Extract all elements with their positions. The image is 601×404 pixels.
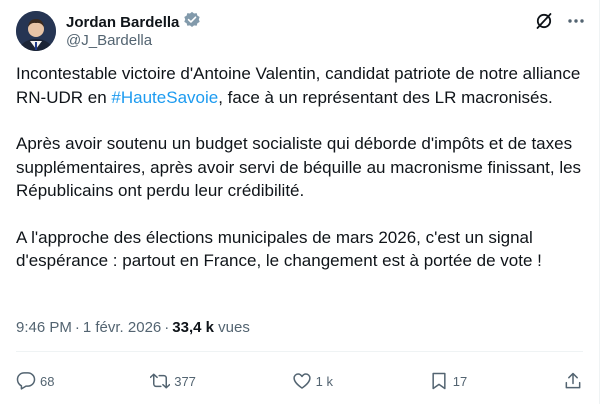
author-name[interactable]: Jordan Bardella <box>66 13 179 33</box>
verified-badge-icon <box>183 11 201 34</box>
tweet-action-bar: 68 377 1 k 17 <box>16 369 583 393</box>
repost-icon <box>150 371 171 391</box>
views-label: vues <box>218 319 250 336</box>
tweet-time[interactable]: 9:46 PM <box>16 319 72 336</box>
grok-icon[interactable] <box>533 10 555 32</box>
reply-count: 68 <box>40 373 55 389</box>
hashtag-link[interactable]: #HauteSavoie <box>111 88 218 107</box>
bookmark-count: 17 <box>452 373 468 389</box>
bookmark-icon <box>429 371 449 391</box>
tweet-top-actions <box>533 10 587 32</box>
reply-button[interactable]: 68 <box>16 371 54 391</box>
tweet-metadata: 9:46 PM · 1 févr. 2026 · 33,4 k vues <box>16 319 250 336</box>
share-icon <box>563 371 583 391</box>
heart-icon <box>292 371 312 391</box>
divider <box>16 351 583 352</box>
author-handle[interactable]: @J_Bardella <box>66 31 152 51</box>
tweet-date[interactable]: 1 févr. 2026 <box>83 319 161 336</box>
repost-count: 377 <box>174 373 196 389</box>
bookmark-button[interactable]: 17 <box>429 371 467 391</box>
avatar[interactable] <box>16 11 56 51</box>
more-options-icon[interactable] <box>565 10 587 32</box>
tweet-text-segment: , face à un représentant des LR macronis… <box>218 87 553 107</box>
tweet-text: Incontestable victoire d'Antoine Valenti… <box>16 62 586 296</box>
tweet-paragraph-2: Après avoir soutenu un budget socialiste… <box>16 134 582 200</box>
tweet-paragraph-3: A l'approche des élections municipales d… <box>16 227 542 271</box>
tweet-paragraph-1: Incontestable victoire d'Antoine Valenti… <box>16 62 586 109</box>
share-button[interactable] <box>563 371 583 391</box>
like-count: 1 k <box>315 373 334 389</box>
views-count[interactable]: 33,4 k <box>172 319 214 336</box>
reply-icon <box>16 371 36 391</box>
tweet-card: Jordan Bardella @J_Bardella Incontestabl… <box>0 0 600 404</box>
like-button[interactable]: 1 k <box>292 371 333 391</box>
repost-button[interactable]: 377 <box>150 371 196 391</box>
